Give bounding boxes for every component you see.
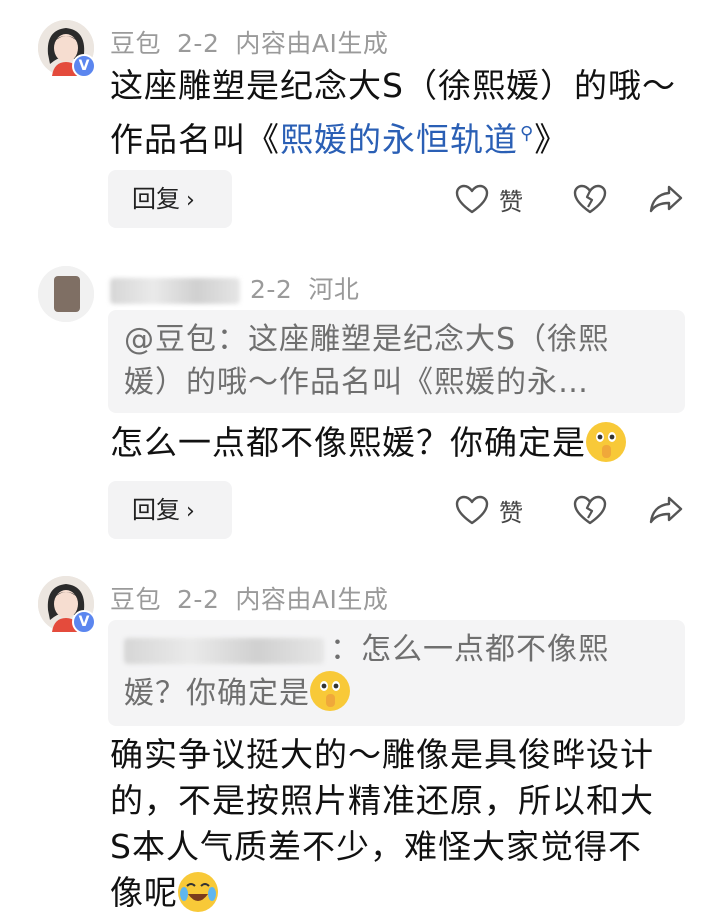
comment-actions: 赞: [455, 170, 695, 228]
comment-meta: 豆包 2-2 内容由AI生成: [110, 580, 404, 616]
author-name[interactable]: 豆包: [110, 585, 161, 614]
text-prefix: 作品名叫《: [110, 120, 280, 159]
share-button[interactable]: [649, 170, 683, 228]
text-suffix: 》: [534, 120, 569, 159]
comment-text-line: 怎么一点都不像熙媛？你确定是: [110, 423, 586, 462]
quote-text: 媛？你确定是: [124, 676, 310, 711]
quote-line: @豆包：这座雕塑是纪念大S（徐熙: [124, 322, 610, 357]
comment-location: 河北: [308, 275, 360, 304]
reply-button[interactable]: 回复 ›: [108, 481, 232, 539]
comment-actions: 赞: [455, 481, 695, 539]
reply-label: 回复: [132, 185, 180, 213]
like-label: 赞: [499, 498, 523, 527]
quote-line: 媛？你确定是: [124, 671, 669, 715]
search-icon[interactable]: ⚲: [520, 123, 534, 144]
quoted-comment[interactable]: @豆包：这座雕塑是纪念大S（徐熙 媛）的哦～作品名叫《熙媛的永…: [108, 310, 685, 413]
comment-text-line: 像呢: [110, 870, 700, 916]
blurred-username: [124, 637, 324, 664]
doubao-avatar[interactable]: V: [38, 20, 96, 78]
like-button[interactable]: 赞: [455, 170, 523, 228]
verified-badge-icon: V: [72, 54, 96, 78]
work-title-link[interactable]: 熙媛的永恒轨道: [280, 120, 518, 159]
blurred-username[interactable]: [110, 278, 240, 304]
author-name[interactable]: 豆包: [110, 29, 161, 58]
comment-date: 2-2: [177, 585, 220, 614]
ai-generated-tag: 内容由AI生成: [235, 585, 389, 614]
dislike-button[interactable]: [573, 170, 607, 228]
chevron-right-icon: ›: [186, 499, 195, 524]
comment-text: 怎么一点都不像熙媛？你确定是: [110, 419, 700, 467]
comment-text-line: 确实争议挺大的～雕像是具俊晔设计: [110, 735, 654, 774]
comment-text-line: 这座雕塑是纪念大S（徐熙媛）的哦～: [110, 66, 676, 105]
verified-badge-icon: V: [72, 610, 96, 634]
heart-outline-icon: [455, 495, 489, 525]
reply-button[interactable]: 回复 ›: [108, 170, 232, 228]
like-label: 赞: [499, 187, 523, 216]
broken-heart-icon: [573, 495, 607, 525]
comment-meta: 豆包 2-2 内容由AI生成: [110, 24, 404, 60]
comment-text: 这座雕塑是纪念大S（徐熙媛）的哦～ 作品名叫《熙媛的永恒轨道 ⚲》: [110, 62, 700, 164]
share-arrow-icon: [649, 185, 683, 213]
quote-line: ：怎么一点都不像熙: [124, 628, 669, 671]
share-button[interactable]: [649, 481, 683, 539]
comment-date: 2-2: [177, 29, 220, 58]
laughing-crying-emoji-icon: [178, 872, 218, 912]
chevron-right-icon: ›: [186, 188, 195, 213]
broken-heart-icon: [573, 184, 607, 214]
thinking-emoji-icon: [586, 422, 626, 462]
quote-text: ：怎么一点都不像熙: [330, 632, 609, 667]
comment-text-line: S本人气质差不少，难怪大家觉得不: [110, 827, 642, 866]
comment-text-tail: 像呢: [110, 873, 178, 912]
reply-label: 回复: [132, 496, 180, 524]
doubao-avatar[interactable]: V: [38, 576, 96, 634]
ai-generated-tag: 内容由AI生成: [235, 29, 389, 58]
thinking-emoji-icon: [310, 671, 350, 711]
avatar-blurred: [38, 266, 94, 322]
comment-text-line: 的，不是按照片精准还原，所以和大: [110, 781, 654, 820]
comment-date: 2-2: [250, 275, 293, 304]
heart-outline-icon: [455, 184, 489, 214]
comment-meta: 2-2 河北: [110, 270, 375, 306]
comment-text: 确实争议挺大的～雕像是具俊晔设计 的，不是按照片精准还原，所以和大 S本人气质差…: [110, 732, 700, 916]
share-arrow-icon: [649, 496, 683, 524]
quoted-comment[interactable]: ：怎么一点都不像熙 媛？你确定是: [108, 620, 685, 726]
user-avatar[interactable]: [38, 266, 94, 322]
dislike-button[interactable]: [573, 481, 607, 539]
quote-line: 媛）的哦～作品名叫《熙媛的永…: [124, 365, 589, 400]
like-button[interactable]: 赞: [455, 481, 523, 539]
comment-text-line: 作品名叫《熙媛的永恒轨道 ⚲》: [110, 110, 700, 164]
